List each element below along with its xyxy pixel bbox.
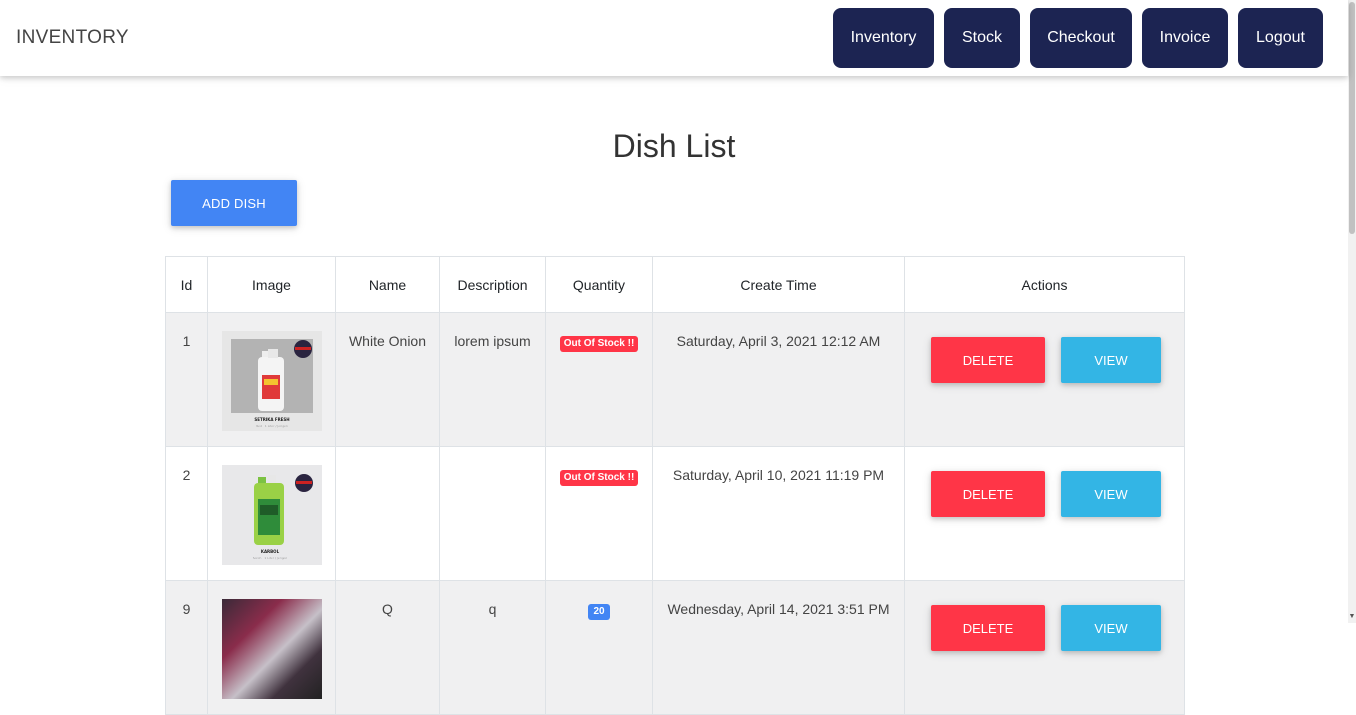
dish-image (221, 599, 322, 699)
nav-checkout-button[interactable]: Checkout (1030, 8, 1132, 68)
header-create-time: Create Time (652, 256, 905, 313)
cell-description: lorem ipsum (439, 312, 546, 447)
cell-description: q (439, 580, 546, 715)
table-row: 2 KARBOL Sereh - 1 Liter / Jerigen Out O… (165, 446, 1185, 581)
cell-create-time: Saturday, April 3, 2021 12:12 AM (652, 312, 905, 447)
cell-quantity: Out Of Stock !! (545, 446, 653, 581)
cell-create-time: Saturday, April 10, 2021 11:19 PM (652, 446, 905, 581)
view-button[interactable]: VIEW (1061, 605, 1161, 651)
view-button[interactable]: VIEW (1061, 471, 1161, 517)
cell-quantity: 20 (545, 580, 653, 715)
cell-name (335, 446, 440, 581)
table-header-row: Id Image Name Description Quantity Creat… (165, 256, 1185, 313)
scroll-down-arrow-icon[interactable]: ▼ (1348, 613, 1356, 621)
header-description: Description (439, 256, 546, 313)
dish-image: SETRIKA FRESH Red - 1 Liter / Jerigen (221, 331, 322, 431)
product-label-text: KARBOL (260, 549, 279, 554)
cell-name: White Onion (335, 312, 440, 447)
page-title: Dish List (612, 128, 736, 164)
header-quantity: Quantity (545, 256, 653, 313)
cell-image: KARBOL Sereh - 1 Liter / Jerigen (207, 446, 336, 581)
dish-table: Id Image Name Description Quantity Creat… (165, 256, 1185, 715)
cell-id: 9 (165, 580, 208, 715)
navbar: INVENTORY Inventory Stock Checkout Invoi… (0, 0, 1348, 76)
scrollbar-thumb[interactable] (1349, 2, 1355, 234)
view-button[interactable]: VIEW (1061, 337, 1161, 383)
delete-button[interactable]: DELETE (931, 471, 1045, 517)
cell-image (207, 580, 336, 715)
cell-id: 2 (165, 446, 208, 581)
status-badge: Out Of Stock !! (559, 470, 639, 486)
add-dish-button[interactable]: ADD DISH (171, 180, 297, 226)
page-scrollbar[interactable]: ▼ (1348, 0, 1356, 623)
product-sub-text: Red - 1 Liter / Jerigen (256, 424, 288, 428)
header-actions: Actions (904, 256, 1185, 313)
nav-stock-button[interactable]: Stock (944, 8, 1020, 68)
nav-inventory-button[interactable]: Inventory (833, 8, 934, 68)
table-row: 1 SETRIKA FRESH Red - 1 Liter / Jerigen … (165, 312, 1185, 447)
status-badge: Out Of Stock !! (559, 336, 639, 352)
cell-actions: DELETE VIEW (904, 446, 1185, 581)
quantity-badge: 20 (588, 604, 610, 620)
cell-name: Q (335, 580, 440, 715)
cell-image: SETRIKA FRESH Red - 1 Liter / Jerigen (207, 312, 336, 447)
header-name: Name (335, 256, 440, 313)
table-row: 9 Q q 20 Wednesday, April 14, 2021 3:51 … (165, 580, 1185, 715)
nav-invoice-button[interactable]: Invoice (1142, 8, 1228, 68)
cell-description (439, 446, 546, 581)
header-id: Id (165, 256, 208, 313)
cell-create-time: Wednesday, April 14, 2021 3:51 PM (652, 580, 905, 715)
delete-button[interactable]: DELETE (931, 337, 1045, 383)
delete-button[interactable]: DELETE (931, 605, 1045, 651)
nav-logout-button[interactable]: Logout (1238, 8, 1323, 68)
cell-actions: DELETE VIEW (904, 312, 1185, 447)
product-label-text: SETRIKA FRESH (254, 417, 289, 422)
brand-title[interactable]: INVENTORY (16, 27, 129, 49)
dish-image: KARBOL Sereh - 1 Liter / Jerigen (221, 465, 322, 565)
product-sub-text: Sereh - 1 Liter / Jerigen (252, 556, 287, 560)
cell-actions: DELETE VIEW (904, 580, 1185, 715)
cell-id: 1 (165, 312, 208, 447)
header-image: Image (207, 256, 336, 313)
cell-quantity: Out Of Stock !! (545, 312, 653, 447)
